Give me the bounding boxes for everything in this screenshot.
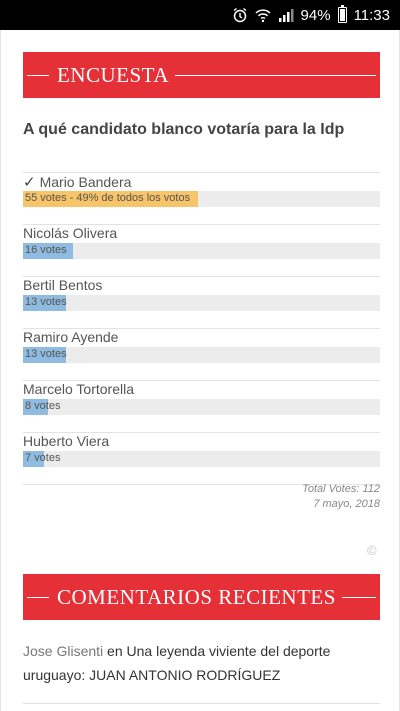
result-bar-track: 55 votes - 49% de todos los votos	[23, 191, 380, 207]
poll-date: 7 mayo, 2018	[313, 498, 380, 510]
heading-rule-right	[341, 596, 376, 598]
option-name: Ramiro Ayende	[23, 329, 119, 345]
result-bar-track: 7 votes	[23, 451, 380, 467]
wifi-icon	[255, 7, 271, 23]
result-bar-text: 13 votes	[25, 348, 67, 360]
poll-option-label: Bertil Bentos	[23, 277, 102, 293]
poll-option[interactable]: Nicolás Olivera 16 votes	[23, 224, 380, 276]
total-votes: Total Votes: 112	[302, 483, 380, 495]
recent-comments-heading-text: COMENTARIOS RECIENTES	[57, 584, 336, 609]
option-name: Marcelo Tortorella	[23, 381, 135, 397]
option-name: Mario Bandera	[39, 174, 132, 190]
poll-heading: ENCUESTA	[23, 52, 380, 98]
result-bar-text: 55 votes - 49% de todos los votos	[25, 192, 191, 204]
recent-comment: Jose Glisenti en Una leyenda viviente de…	[23, 639, 363, 687]
divider	[23, 703, 380, 704]
alarm-icon	[232, 7, 248, 23]
poll-meta: Total Votes: 112 7 mayo, 2018	[23, 482, 380, 512]
result-bar-text: 16 votes	[25, 244, 67, 256]
copyright-icon[interactable]: ©	[367, 543, 377, 558]
poll-option-label: Huberto Viera	[23, 433, 109, 449]
comment-author-link[interactable]: Jose Glisenti	[23, 643, 103, 659]
result-bar-text: 13 votes	[25, 296, 67, 308]
option-name: Huberto Viera	[23, 433, 110, 449]
poll-option-label: Marcelo Tortorella	[23, 381, 134, 397]
poll-option[interactable]: ✓ Mario Bandera 55 votes - 49% de todos …	[23, 172, 380, 224]
poll-option[interactable]: Marcelo Tortorella 8 votes	[23, 380, 380, 432]
recent-comments-heading: COMENTARIOS RECIENTES	[23, 574, 380, 620]
poll-option-label: Nicolás Olivera	[23, 225, 117, 241]
heading-rule-left	[27, 74, 49, 76]
signal-icon	[278, 7, 294, 23]
poll-option[interactable]: Ramiro Ayende 13 votes	[23, 328, 380, 380]
option-name: Nicolás Olivera	[23, 225, 118, 241]
clock: 11:33	[353, 6, 390, 24]
battery-percent: 94%	[300, 6, 331, 24]
poll-options: ✓ Mario Bandera 55 votes - 49% de todos …	[23, 172, 380, 485]
comment-connector: en	[107, 643, 123, 659]
poll-option[interactable]: Huberto Viera 7 votes	[23, 432, 380, 484]
heading-rule-left	[27, 596, 49, 598]
poll-option-label: Ramiro Ayende	[23, 329, 118, 345]
result-bar-track: 13 votes	[23, 347, 380, 363]
result-bar-text: 7 votes	[25, 452, 61, 464]
result-bar-track: 8 votes	[23, 399, 380, 415]
result-bar-track: 13 votes	[23, 295, 380, 311]
option-name: Bertil Bentos	[23, 277, 103, 293]
poll-option-label: ✓ Mario Bandera	[23, 173, 131, 191]
poll-option[interactable]: Bertil Bentos 13 votes	[23, 276, 380, 328]
status-bar: 94% 11:33	[0, 0, 400, 30]
poll-question: A qué candidato blanco votaría para la I…	[23, 121, 345, 138]
checkmark-icon: ✓	[23, 174, 36, 191]
result-bar-track: 16 votes	[23, 243, 380, 259]
result-bar-text: 8 votes	[25, 400, 61, 412]
poll-heading-text: ENCUESTA	[57, 62, 169, 87]
heading-rule-right	[174, 74, 376, 76]
battery-icon	[337, 5, 347, 23]
